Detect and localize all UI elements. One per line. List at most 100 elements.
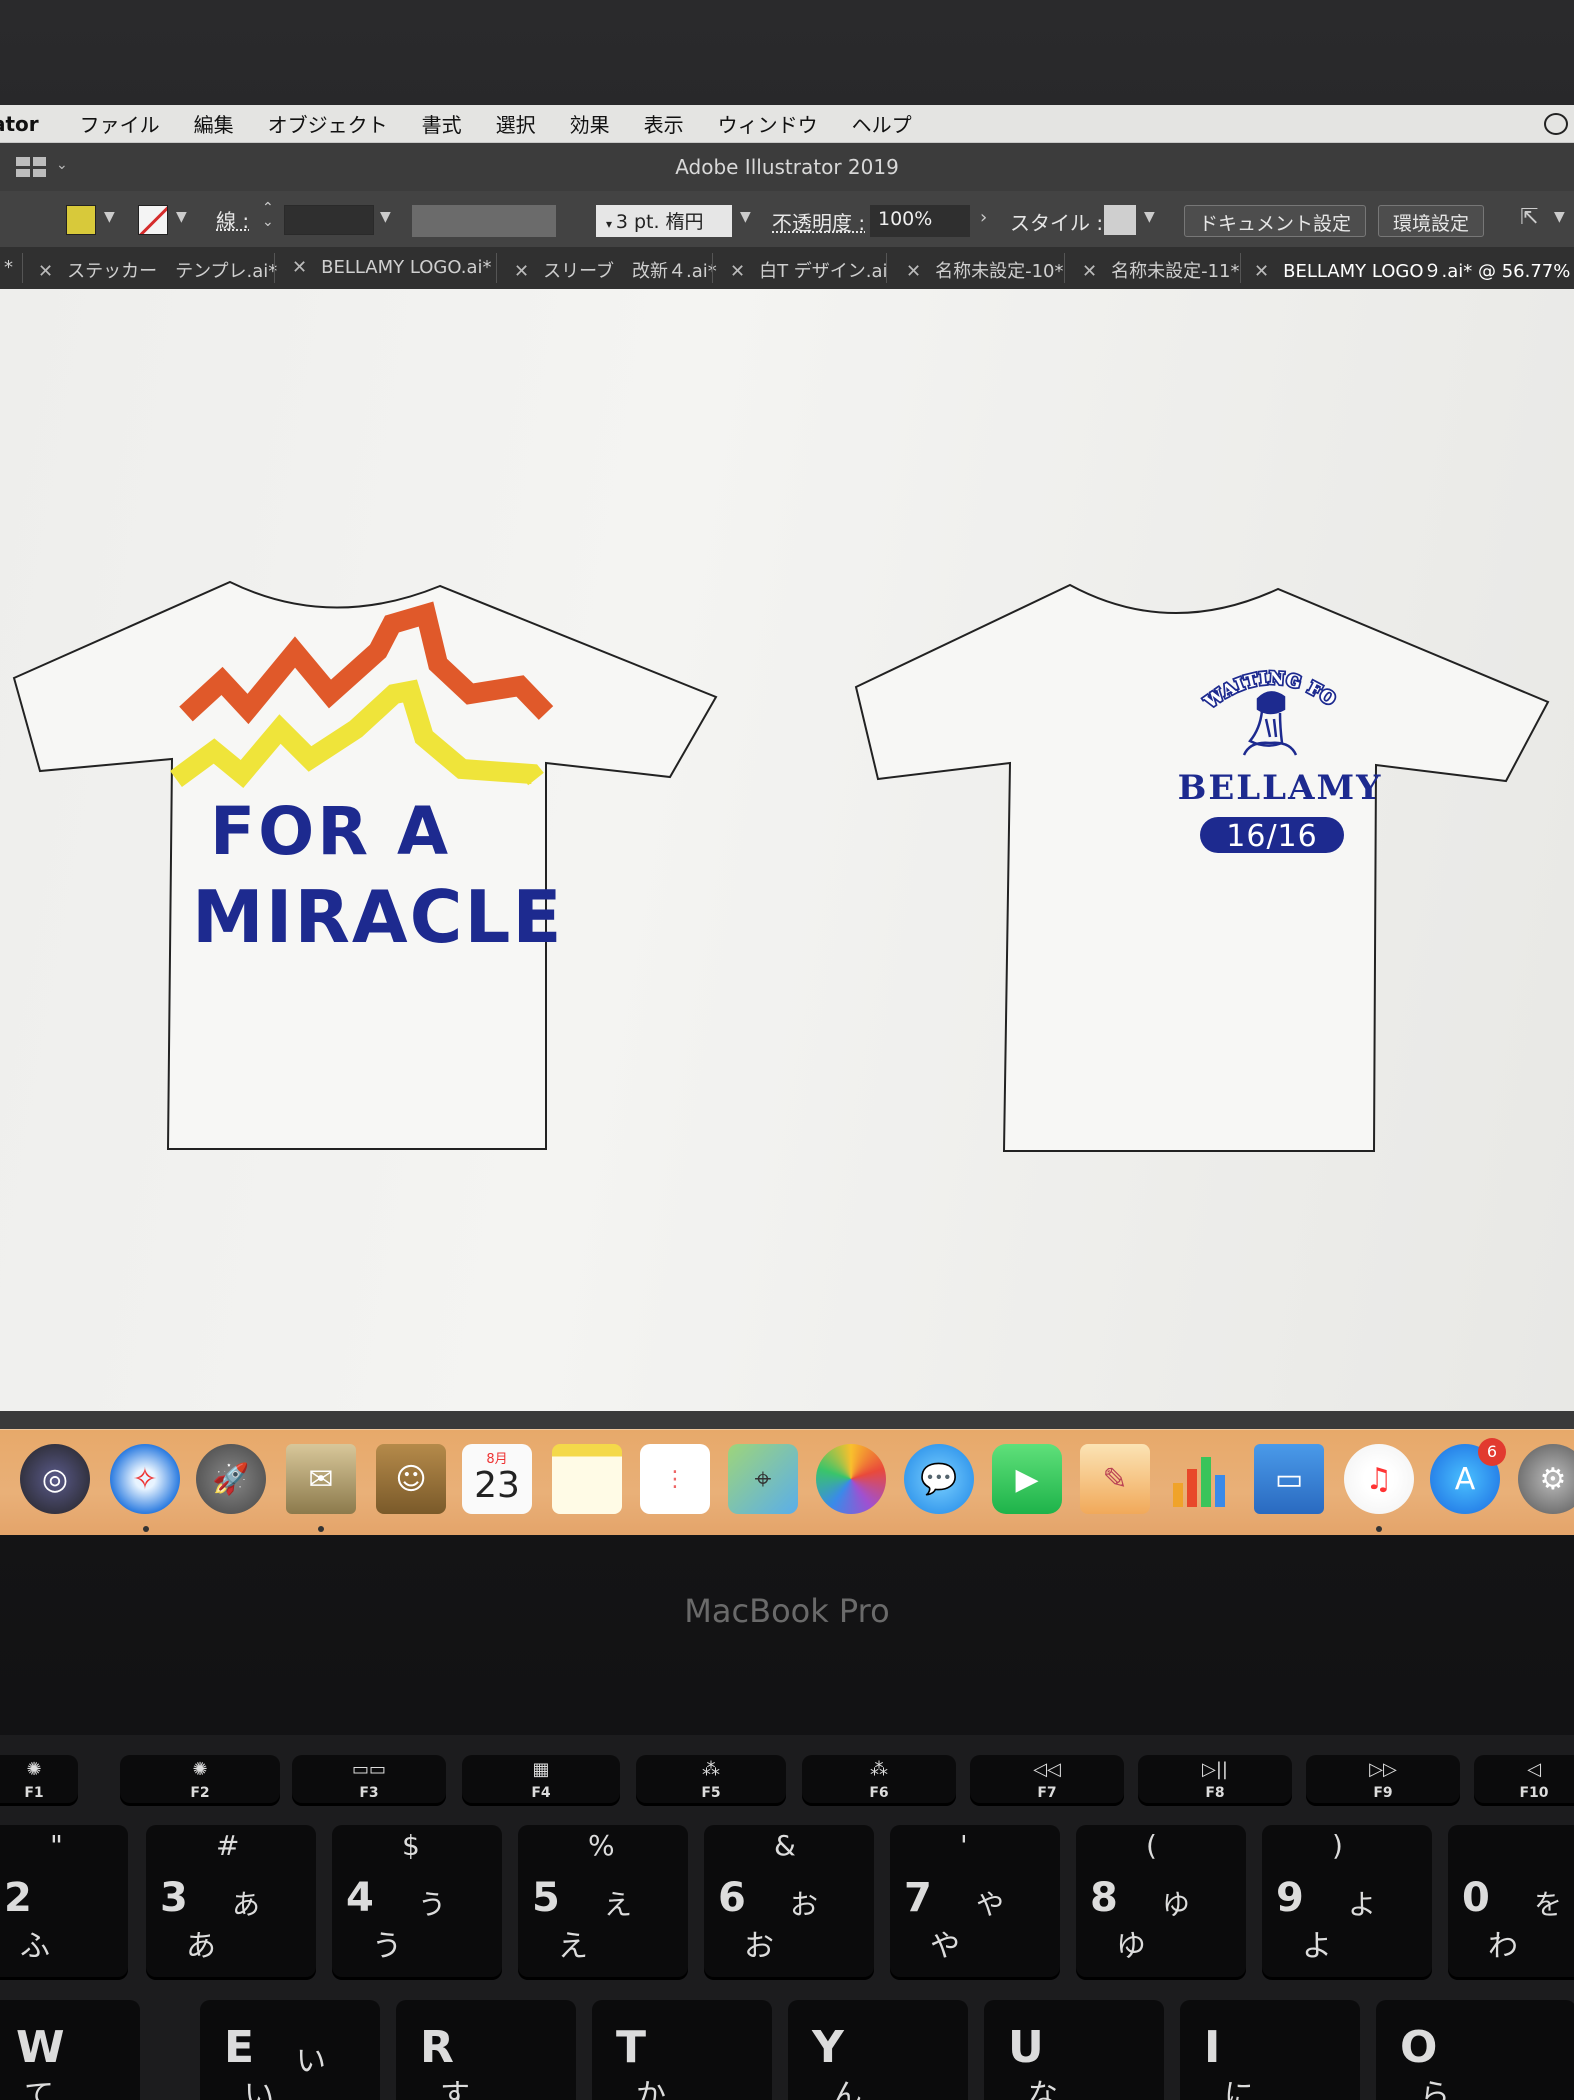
key-8[interactable]: (8 ゆゆ: [1076, 1825, 1246, 1977]
stroke-weight-stepper[interactable]: ⌃ ⌄: [262, 201, 274, 229]
key-w[interactable]: Wて: [0, 2000, 140, 2100]
menu-window[interactable]: ウィンドウ: [701, 109, 835, 138]
creative-cloud-icon[interactable]: [1544, 113, 1568, 135]
numbers-icon[interactable]: [1166, 1444, 1236, 1514]
menu-object[interactable]: オブジェクト: [251, 109, 405, 138]
tab-partial[interactable]: *: [4, 257, 13, 278]
chevron-down-icon[interactable]: ▼: [104, 209, 115, 225]
key-4[interactable]: $4 うう: [332, 1825, 502, 1977]
stroke-label: 線 :: [216, 209, 250, 233]
tab-bellamy-logo-9[interactable]: ✕ BELLAMY LOGO９.ai* @ 56.77% (: [1254, 257, 1574, 283]
f5-key[interactable]: ⁂ F5: [636, 1755, 786, 1803]
keyboard: ✺ F1 ✺ F2 ▭▭ F3 ▦ F4 ⁂ F5 ⁂ F6 ◁◁ F7 ▷|| F8 ▷▷ F9…: [0, 1735, 1574, 2100]
f6-key[interactable]: ⁂ F6: [802, 1755, 956, 1803]
safari-icon[interactable]: ✧: [110, 1444, 180, 1514]
tab-untitled-11[interactable]: ✕ 名称未設定-11*: [1082, 257, 1240, 283]
system-preferences-icon[interactable]: ⚙: [1518, 1444, 1574, 1514]
key-u[interactable]: Uな: [984, 2000, 1164, 2100]
f2-key[interactable]: ✺ F2: [120, 1755, 280, 1803]
status-bar: [0, 1411, 1574, 1429]
key-y[interactable]: Yん: [788, 2000, 968, 2100]
f10-key[interactable]: ◁ F10: [1474, 1755, 1574, 1803]
app-menu[interactable]: ator: [0, 112, 63, 136]
notes-icon[interactable]: [552, 1444, 622, 1514]
pages-icon[interactable]: ✎: [1080, 1444, 1150, 1514]
laptop-model-label: MacBook Pro: [684, 1592, 890, 1630]
messages-icon[interactable]: 💬: [904, 1444, 974, 1514]
f4-key[interactable]: ▦ F4: [462, 1755, 620, 1803]
tab-untitled-10[interactable]: ✕ 名称未設定-10*: [906, 257, 1064, 283]
variable-width-profile[interactable]: [412, 205, 556, 237]
key-i[interactable]: Iに: [1180, 2000, 1360, 2100]
f8-key[interactable]: ▷|| F8: [1138, 1755, 1292, 1803]
contacts-icon[interactable]: ☺: [376, 1444, 446, 1514]
key-5[interactable]: % 5 ええ: [518, 1825, 688, 1977]
menu-help[interactable]: ヘルプ: [835, 109, 929, 138]
photos-icon[interactable]: [816, 1444, 886, 1514]
close-icon: ✕: [514, 261, 530, 282]
brush-definition-dropdown[interactable]: ▾ 3 pt. 楕円: [596, 205, 732, 237]
opacity-input[interactable]: 100%: [870, 205, 970, 237]
dock: ◎ ✧ 🚀 ✉ ☺ 8月 23 ⋮ ⌖ 💬 ▶ ✎ ▭ ♫ A 6 ⚙: [0, 1429, 1574, 1535]
artboard-canvas[interactable]: FOR A MIRACLE WAITING FOR A BELLAMY 16/1: [0, 289, 1574, 1411]
stroke-color-swatch[interactable]: [138, 205, 168, 235]
launchpad-icon[interactable]: 🚀: [196, 1444, 266, 1514]
notification-badge: 6: [1478, 1438, 1506, 1466]
window-title: Adobe Illustrator 2019: [675, 155, 899, 179]
key-r[interactable]: Rす: [396, 2000, 576, 2100]
key-e[interactable]: Eいい: [200, 2000, 380, 2100]
calendar-icon[interactable]: 8月 23: [462, 1444, 532, 1514]
arrange-documents-icon[interactable]: ⇱: [1520, 205, 1538, 230]
facetime-icon[interactable]: ▶: [992, 1444, 1062, 1514]
menu-select[interactable]: 選択: [479, 109, 553, 138]
calendar-day: 23: [474, 1465, 520, 1506]
tab-sleeve[interactable]: ✕ スリーブ 改新４.ai*: [514, 257, 717, 283]
key-9[interactable]: ) 9 よよ: [1262, 1825, 1432, 1977]
menu-effect[interactable]: 効果: [553, 109, 627, 138]
keynote-icon[interactable]: ▭: [1254, 1444, 1324, 1514]
tab-bellamy-logo[interactable]: ✕ BELLAMY LOGO.ai*: [292, 257, 492, 278]
f9-key[interactable]: ▷▷ F9: [1306, 1755, 1460, 1803]
f7-key[interactable]: ◁◁ F7: [970, 1755, 1124, 1803]
key-t[interactable]: Tか: [592, 2000, 772, 2100]
menu-edit[interactable]: 編集: [177, 109, 251, 138]
chevron-down-icon[interactable]: ▼: [1144, 209, 1155, 225]
key-3[interactable]: #3 ああ: [146, 1825, 316, 1977]
siri-icon[interactable]: ◎: [20, 1444, 90, 1514]
control-bar: ▼ ▼ 線 : ⌃ ⌄ ▼ ▾ 3 pt. 楕円 ▼ 不透明度 : 100% › …: [0, 191, 1574, 247]
chevron-down-icon[interactable]: ▼: [176, 209, 187, 225]
tab-sticker-template[interactable]: ✕ ステッカー テンプレ.ai*: [38, 257, 277, 283]
reminders-icon[interactable]: ⋮: [640, 1444, 710, 1514]
menu-type[interactable]: 書式: [405, 109, 479, 138]
back-number[interactable]: 16/16: [1226, 819, 1317, 854]
maps-icon[interactable]: ⌖: [728, 1444, 798, 1514]
f3-key[interactable]: ▭▭ F3: [292, 1755, 446, 1803]
document-tab-bar: * ✕ ステッカー テンプレ.ai* ✕ BELLAMY LOGO.ai* ✕ スリー…: [0, 247, 1574, 289]
chevron-down-icon[interactable]: ▼: [1554, 209, 1565, 225]
preferences-button[interactable]: 環境設定: [1378, 205, 1485, 237]
chevron-right-icon[interactable]: ›: [980, 207, 987, 228]
menu-file[interactable]: ファイル: [63, 109, 177, 138]
document-setup-button[interactable]: ドキュメント設定: [1184, 205, 1367, 237]
opacity-label[interactable]: 不透明度 :: [772, 207, 865, 236]
front-text-line-2[interactable]: MIRACLE: [192, 875, 564, 959]
back-name[interactable]: BELLAMY: [1178, 768, 1383, 808]
chevron-down-icon[interactable]: ▼: [380, 209, 391, 225]
tab-white-t-design[interactable]: ✕ 白T デザイン.ai: [730, 257, 888, 283]
close-icon: ✕: [1082, 261, 1098, 282]
key-0[interactable]: 0をわ: [1448, 1825, 1574, 1977]
menu-view[interactable]: 表示: [627, 109, 701, 138]
itunes-icon[interactable]: ♫: [1344, 1444, 1414, 1514]
chevron-down-icon[interactable]: ▼: [740, 209, 751, 225]
key-7[interactable]: ' 7 やや: [890, 1825, 1060, 1977]
key-2[interactable]: " 2 ふ: [0, 1825, 128, 1977]
fill-color-swatch[interactable]: [66, 205, 96, 235]
stroke-weight-input[interactable]: [284, 205, 374, 235]
key-6[interactable]: & 6 おお: [704, 1825, 874, 1977]
front-text-line-1[interactable]: FOR A: [210, 793, 451, 870]
back-tshirt-outline[interactable]: [854, 583, 1550, 1152]
graphic-style-swatch[interactable]: [1104, 205, 1136, 235]
mail-icon[interactable]: ✉: [286, 1444, 356, 1514]
f1-key[interactable]: ✺ F1: [0, 1755, 78, 1803]
key-o[interactable]: Oら: [1376, 2000, 1574, 2100]
